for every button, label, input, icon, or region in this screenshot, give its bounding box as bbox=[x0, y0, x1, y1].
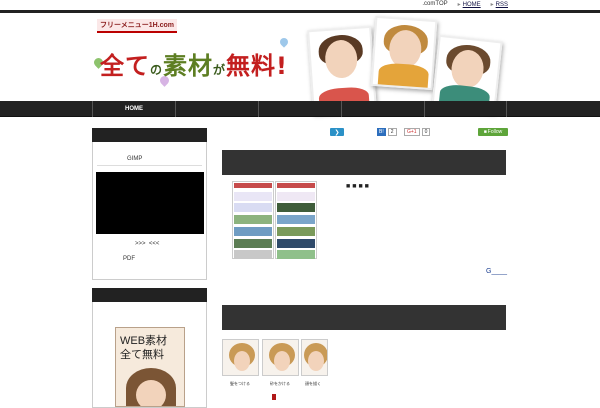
sidebar-box-gimp: GIMP >>> <<< PDF bbox=[92, 128, 207, 280]
thumb-row bbox=[277, 239, 315, 248]
hatena-button[interactable]: B! 2 bbox=[377, 128, 397, 136]
sidebar-video[interactable] bbox=[96, 172, 204, 234]
post-1-title-bar[interactable] bbox=[222, 150, 506, 175]
follow-label: Follow bbox=[487, 129, 503, 135]
sidebar-gimp-title[interactable]: GIMP bbox=[127, 156, 142, 162]
banner-line-2: 全て無料 bbox=[120, 349, 164, 361]
thumb-row bbox=[277, 227, 315, 236]
site-logo[interactable]: 全ての素材が無料! bbox=[100, 46, 288, 81]
nav-item-2[interactable] bbox=[175, 101, 258, 117]
post-1-thumbnail-right[interactable] bbox=[275, 181, 317, 259]
thumb-row bbox=[234, 203, 272, 212]
sidebar-box-banner: WEB素材 全て無料 bbox=[92, 288, 207, 408]
divider bbox=[97, 165, 202, 166]
sidebar-box-header bbox=[92, 288, 207, 302]
photo-face bbox=[308, 351, 324, 371]
logo-text-2: の bbox=[150, 63, 164, 77]
site-url-label[interactable]: フリーメニュー1H.com bbox=[97, 19, 178, 33]
thumb-row bbox=[277, 215, 315, 224]
top-links: .comTOP ▸ HOME ▸ RSS bbox=[422, 1, 508, 8]
site-header: フリーメニュー1H.com 全ての素材が無料! bbox=[0, 15, 600, 115]
post-2-caption-2: 砂をかける bbox=[270, 381, 290, 386]
post-2-image-2[interactable] bbox=[262, 339, 299, 376]
gplus-label: G+1 bbox=[404, 128, 420, 136]
top-link-home[interactable]: HOME bbox=[463, 2, 481, 8]
tweet-button[interactable]: ❯ bbox=[330, 128, 344, 136]
post-1-more-link[interactable]: G____ bbox=[486, 268, 507, 275]
gplus-count: 0 bbox=[421, 128, 431, 136]
photo-face bbox=[234, 351, 250, 371]
banner-face bbox=[136, 380, 166, 406]
top-link-site[interactable]: .comTOP bbox=[422, 1, 447, 8]
thumb-header bbox=[277, 183, 315, 188]
post-2-image-3[interactable] bbox=[301, 339, 328, 376]
hatena-icon: B! bbox=[377, 128, 386, 136]
feedly-icon: ■ bbox=[483, 129, 487, 135]
top-link-home-wrap: ▸ HOME bbox=[458, 1, 481, 8]
post-2-image-1[interactable] bbox=[222, 339, 259, 376]
post-2-caption-1: 髪をつける bbox=[230, 381, 250, 386]
post-2-title-bar[interactable] bbox=[222, 305, 506, 330]
post-2-caption-3: 顔を描く bbox=[305, 381, 321, 386]
thumb-row bbox=[234, 215, 272, 224]
thumb-row bbox=[234, 227, 272, 236]
main-nav: HOME bbox=[0, 101, 600, 117]
arrow-right-icon: ▸ bbox=[457, 2, 461, 8]
post-1-excerpt: ■■■■ bbox=[346, 183, 371, 190]
thumb-row bbox=[234, 239, 272, 248]
post-1-thumbnail-left[interactable] bbox=[232, 181, 274, 259]
post-2-red-marker bbox=[272, 394, 276, 400]
thumb-row bbox=[277, 250, 315, 259]
thumb-row bbox=[277, 203, 315, 212]
follow-button[interactable]: ■ Follow bbox=[478, 128, 508, 136]
twitter-icon: ❯ bbox=[334, 129, 340, 136]
photo-cloth bbox=[377, 62, 430, 88]
sidebar-banner[interactable]: WEB素材 全て無料 bbox=[115, 327, 185, 407]
header-photo-2 bbox=[370, 15, 438, 91]
top-link-rss-wrap: ▸ RSS bbox=[491, 1, 508, 8]
photo-face bbox=[274, 351, 290, 371]
sidebar-pdf-link[interactable]: PDF bbox=[123, 256, 135, 262]
logo-text-3: 素材 bbox=[163, 52, 214, 80]
thumb-row bbox=[234, 192, 272, 201]
thumb-row bbox=[234, 250, 272, 259]
arrow-right-icon: ▸ bbox=[490, 2, 494, 8]
top-link-rss[interactable]: RSS bbox=[496, 2, 508, 8]
sidebar-box-header bbox=[92, 128, 207, 142]
logo-text-4: が bbox=[213, 63, 227, 77]
sidebar-arrows-link[interactable]: >>> <<< bbox=[135, 241, 159, 247]
nav-item-3[interactable] bbox=[258, 101, 341, 117]
nav-item-4[interactable] bbox=[341, 101, 424, 117]
logo-text-5: 無料! bbox=[226, 52, 288, 80]
logo-text-1: 全て bbox=[100, 52, 150, 80]
thumb-header bbox=[234, 183, 272, 188]
top-bar: .comTOP ▸ HOME ▸ RSS bbox=[0, 0, 600, 13]
gplus-button[interactable]: G+1 0 bbox=[404, 128, 431, 136]
hatena-count: 2 bbox=[387, 128, 397, 136]
thumb-row bbox=[277, 192, 315, 201]
nav-item-5[interactable] bbox=[424, 101, 507, 117]
nav-item-home[interactable]: HOME bbox=[92, 101, 175, 117]
